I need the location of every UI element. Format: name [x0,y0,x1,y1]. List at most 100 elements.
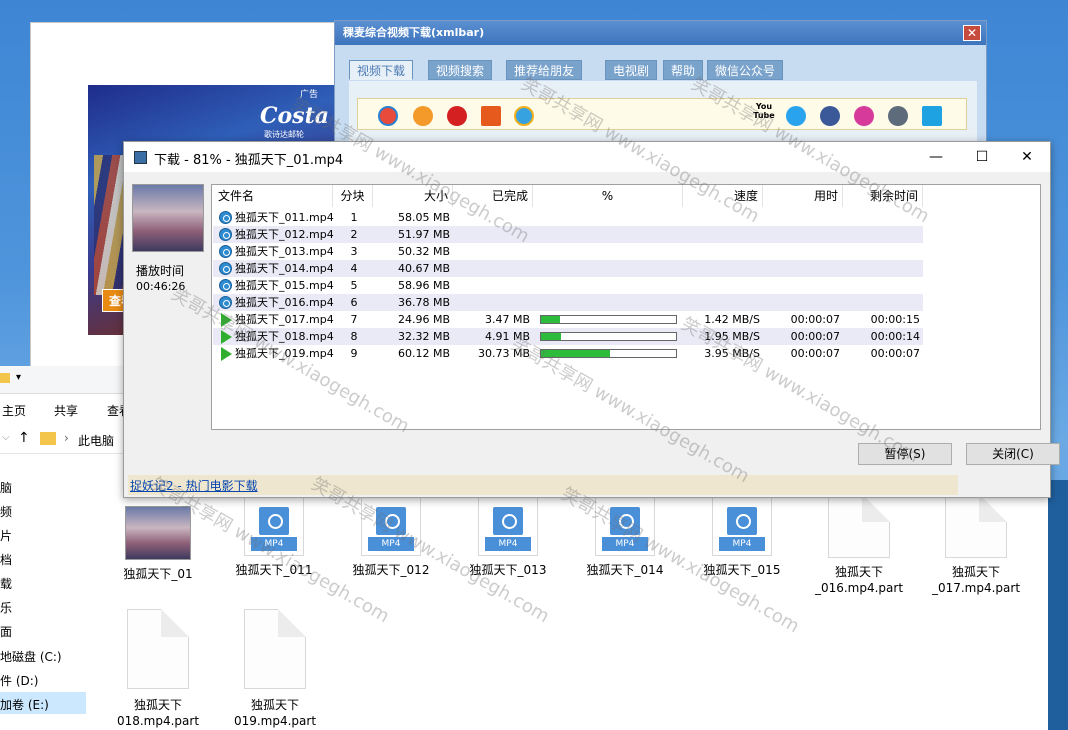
queued-icon [219,211,232,224]
segment-row[interactable]: 独孤天下_017.mp4 7 24.96 MB 3.47 MB 1.42 MB/S 00:… [213,311,923,328]
xmlbar-close-button[interactable]: ✕ [963,25,981,41]
file-item[interactable]: MP4 独孤天下_013 [460,496,556,578]
video-thumbnail[interactable] [132,184,204,252]
file-item[interactable]: MP4 独孤天下_012 [343,496,439,578]
site5-icon[interactable] [514,106,534,126]
column-header-filename[interactable]: 文件名 [212,185,333,207]
site1-icon[interactable] [378,106,398,126]
segment-done: 30.73 MB [477,347,530,360]
segment-filename: 独孤天下_013.mp4 [235,245,334,258]
part-file-icon [945,494,1007,558]
facebook-icon[interactable] [820,106,840,126]
desktop-edge [1048,480,1068,730]
file-name: 独孤天下_012 [352,563,430,577]
segment-done: 3.47 MB [484,313,530,326]
nav-item-this-pc[interactable]: 脑 [0,479,12,496]
file-item[interactable]: 独孤天下 _017.mp4.part [928,494,1024,596]
segment-row[interactable]: 独孤天下_019.mp4 9 60.12 MB 30.73 MB 3.95 MB/S 00… [213,345,923,362]
youtube-icon[interactable]: You Tube [751,102,777,128]
minimize-button[interactable]: — [913,142,959,172]
nav-item-drive-e[interactable]: 加卷 (E:) [0,692,86,714]
xmlbar-title: 稞麦综合视频下载(xmlbar) [343,26,485,39]
tab-recommend[interactable]: 推荐给朋友 [506,60,583,80]
column-header-speed[interactable]: 速度 [683,185,763,207]
nav-item-downloads[interactable]: 载 [0,575,12,592]
downloading-icon [221,330,232,344]
segment-block: 6 [350,296,358,309]
pause-button[interactable]: 暂停(S) [858,443,952,465]
column-header-done[interactable]: 已完成 [453,185,533,207]
file-item[interactable]: MP4 独孤天下_015 [694,496,790,578]
footer-link[interactable]: 捉妖记2 - 热门电影下载 [130,477,258,494]
segment-row[interactable]: 独孤天下_014.mp4 4 40.67 MB [213,260,923,277]
up-arrow-icon[interactable]: ↑ [18,430,30,446]
segment-size: 24.96 MB [397,313,450,326]
segment-row[interactable]: 独孤天下_012.mp4 2 51.97 MB [213,226,923,243]
tab-wechat[interactable]: 微信公众号 [707,60,784,80]
nav-item-pictures[interactable]: 片 [0,527,12,544]
youtube-label: You Tube [753,102,775,120]
file-item[interactable]: 独孤天下_01 [110,506,206,582]
nav-item-videos[interactable]: 频 [0,503,12,520]
tab-help[interactable]: 帮助 [663,60,704,80]
queued-icon [219,228,232,241]
mp4-file-icon: MP4 [361,496,421,556]
chevron-down-icon[interactable]: ⌵ [2,432,10,443]
ad-tag: 广告 [300,90,319,100]
segment-row[interactable]: 独孤天下_011.mp4 1 58.05 MB [213,209,923,226]
site3-icon[interactable] [447,106,467,126]
segment-row[interactable]: 独孤天下_018.mp4 8 32.32 MB 4.91 MB 1.95 MB/S 00:… [213,328,923,345]
site2-icon[interactable] [413,106,433,126]
file-item[interactable]: MP4 独孤天下_011 [226,496,322,578]
ad-brand-logo: Costa [260,103,329,129]
segment-size: 51.97 MB [397,228,450,241]
close-dialog-button[interactable]: 关闭(C) [966,443,1060,465]
segment-remaining: 00:00:07 [870,347,920,360]
twitter-icon[interactable] [786,106,806,126]
segment-row[interactable]: 独孤天下_013.mp4 3 50.32 MB [213,243,923,260]
queued-icon [219,245,232,258]
mp4-file-icon: MP4 [712,496,772,556]
file-item[interactable]: 独孤天下 018.mp4.part [110,609,206,729]
digg-icon[interactable] [922,106,942,126]
column-header-size[interactable]: 大小 [373,185,453,207]
segment-block: 2 [350,228,358,241]
file-item[interactable]: MP4 独孤天下_014 [577,496,673,578]
file-item[interactable]: 独孤天下 019.mp4.part [227,609,323,729]
linkedin-icon[interactable] [854,106,874,126]
nav-item-documents[interactable]: 档 [0,551,12,568]
segment-row[interactable]: 独孤天下_016.mp4 6 36.78 MB [213,294,923,311]
nav-item-music[interactable]: 乐 [0,599,12,616]
segment-row[interactable]: 独孤天下_015.mp4 5 58.96 MB [213,277,923,294]
tab-tv-series[interactable]: 电视剧 [605,60,658,80]
close-button[interactable]: ✕ [1004,142,1050,172]
tab-video-download[interactable]: 视频下载 [349,60,414,80]
play-time-label: 播放时间 [136,264,185,278]
ribbon-tab-share[interactable]: 共享 [54,402,78,419]
nav-item-drive-c[interactable]: 地磁盘 (C:) [0,648,62,665]
maximize-button[interactable]: ☐ [959,142,1005,172]
column-header-remaining[interactable]: 剩余时间 [843,185,923,207]
tab-video-search[interactable]: 视频搜索 [428,60,493,80]
nav-item-drive-d[interactable]: 件 (D:) [0,672,38,689]
ribbon-tab-home[interactable]: 主页 [2,402,26,419]
breadcrumb[interactable]: 此电脑 [78,432,114,449]
segment-size: 36.78 MB [397,296,450,309]
column-header-block[interactable]: 分块 [333,185,373,207]
mp4-badge: MP4 [602,537,648,551]
segment-speed: 1.42 MB/S [704,313,760,326]
segment-size: 40.67 MB [397,262,450,275]
column-header-elapsed[interactable]: 用时 [763,185,843,207]
dropdown-icon[interactable]: ▾ [16,372,21,383]
tumblr-icon[interactable] [888,106,908,126]
site4-icon[interactable] [481,106,501,126]
nav-item-desktop[interactable]: 面 [0,623,12,640]
segment-speed: 1.95 MB/S [704,330,760,343]
app-icon [134,151,147,164]
file-name: 独孤天下_01 [123,567,193,581]
segment-block: 8 [350,330,358,343]
file-item[interactable]: 独孤天下 _016.mp4.part [811,494,907,596]
column-header-percent[interactable]: % [533,185,683,207]
segment-list[interactable]: 文件名 分块 大小 已完成 % 速度 用时 剩余时间 独孤天下_011.mp4 1… [211,184,1041,430]
downloading-icon [221,347,232,361]
